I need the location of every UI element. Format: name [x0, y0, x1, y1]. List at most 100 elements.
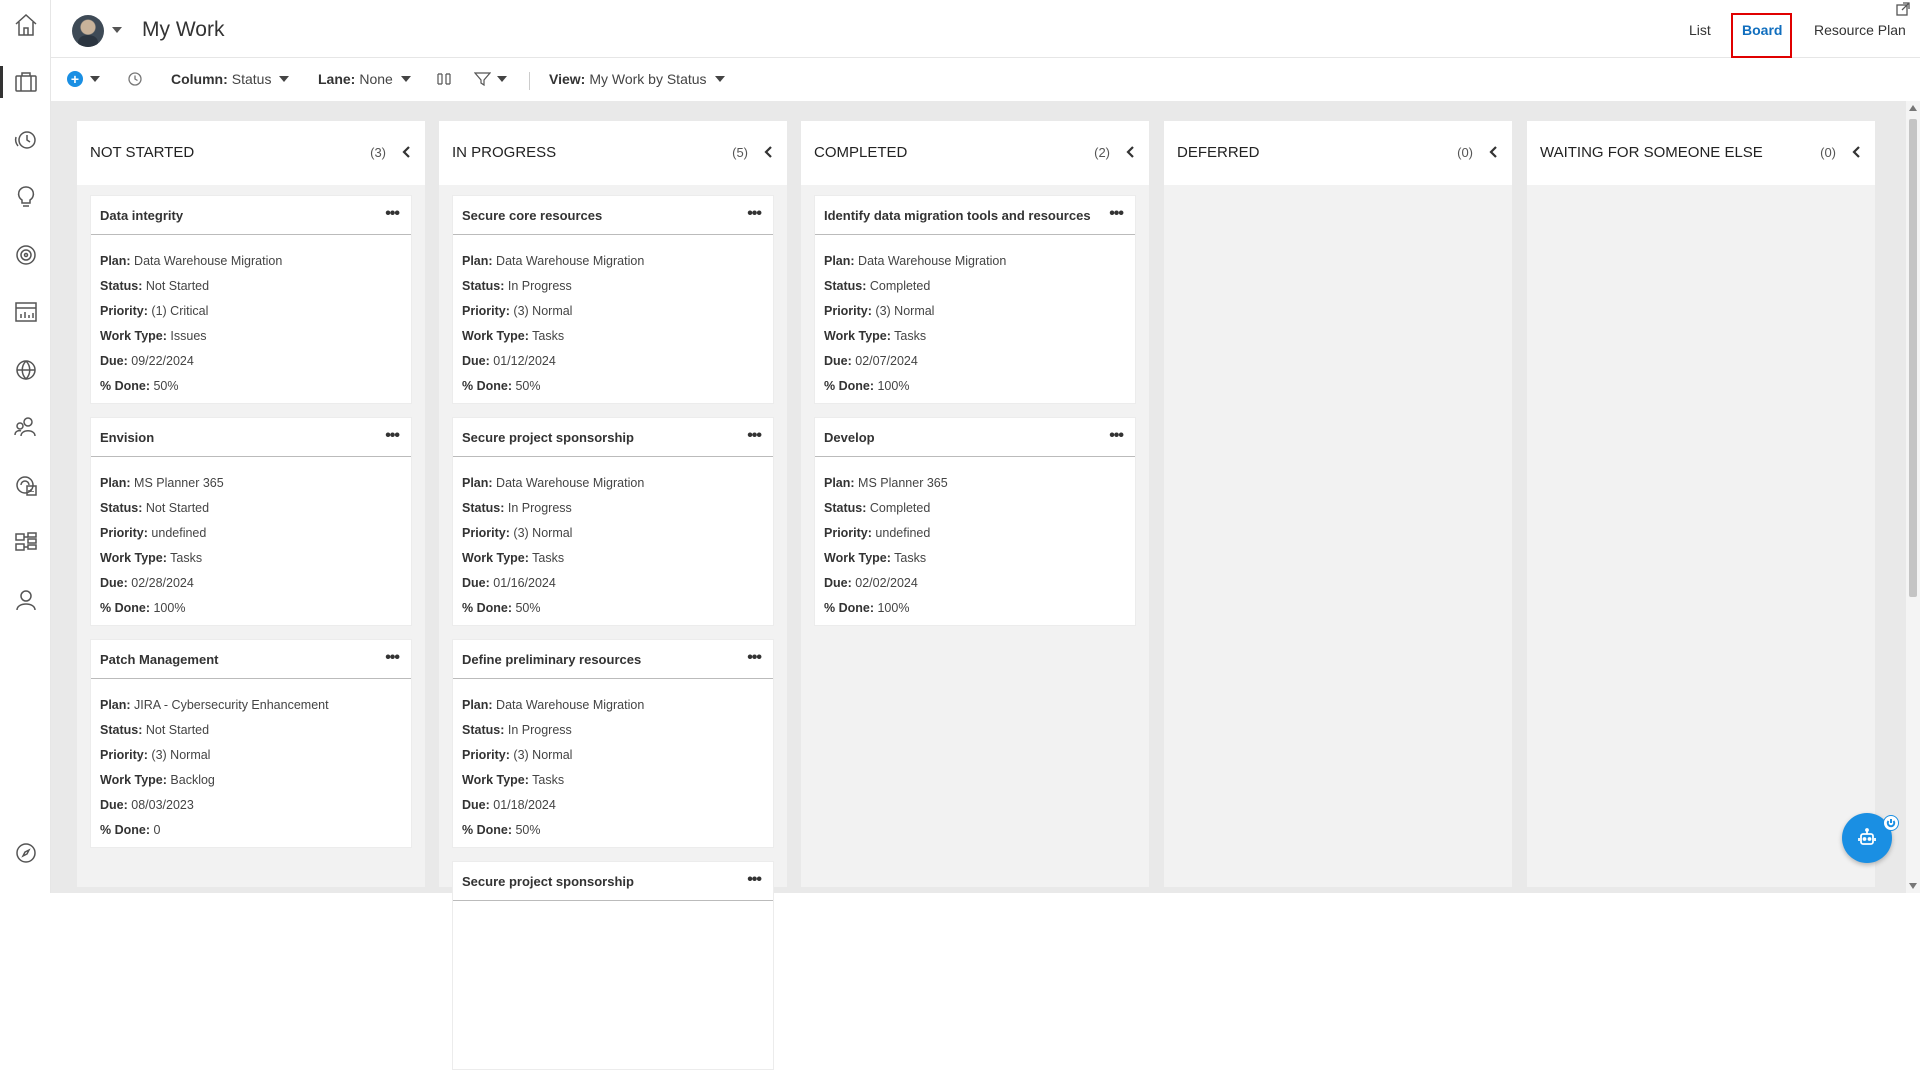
field-value: 50% — [515, 379, 540, 393]
card-field-status: Status: In Progress — [462, 496, 764, 521]
card-title[interactable]: Define preliminary resources — [462, 652, 641, 667]
collapse-column-button[interactable] — [1849, 143, 1865, 161]
field-value: In Progress — [508, 279, 572, 293]
vertical-scrollbar[interactable] — [1906, 101, 1920, 893]
card-title[interactable]: Data integrity — [100, 208, 183, 223]
scroll-thumb[interactable] — [1909, 119, 1917, 597]
card-field-due: Due: 01/16/2024 — [462, 571, 764, 596]
card-header: Define preliminary resources ••• — [453, 640, 773, 679]
more-options-icon[interactable]: ••• — [747, 649, 761, 667]
goals-nav-item[interactable] — [0, 235, 51, 275]
collapse-column-button[interactable] — [399, 143, 415, 161]
chevron-down-icon — [715, 76, 725, 82]
home-nav-item[interactable] — [0, 5, 51, 45]
field-label: Status: — [462, 723, 504, 737]
my-work-nav-item[interactable] — [0, 62, 51, 102]
collapse-column-button[interactable] — [1123, 143, 1139, 161]
card-title[interactable]: Secure core resources — [462, 208, 602, 223]
field-value: 50% — [153, 379, 178, 393]
card-field-due: Due: 09/22/2024 — [100, 349, 402, 374]
people-nav-item[interactable] — [0, 407, 51, 447]
card-field-status: Status: Not Started — [100, 274, 402, 299]
card-field-plan: Plan: Data Warehouse Migration — [462, 249, 764, 274]
tab-list[interactable]: List — [1689, 22, 1711, 38]
chevron-down-icon — [401, 76, 411, 82]
collapse-column-button[interactable] — [1486, 143, 1502, 161]
more-options-icon[interactable]: ••• — [385, 649, 399, 667]
card-title[interactable]: Develop — [824, 430, 875, 445]
more-options-icon[interactable]: ••• — [1109, 427, 1123, 445]
task-card[interactable]: Develop•••Plan: MS Planner 365Status: Co… — [814, 417, 1136, 626]
card-title[interactable]: Secure project sponsorship — [462, 874, 634, 889]
more-options-icon[interactable]: ••• — [385, 427, 399, 445]
task-card[interactable]: Patch Management•••Plan: JIRA - Cybersec… — [90, 639, 412, 848]
task-card[interactable]: Envision ••• Plan: MS Planner 365Status: N… — [90, 417, 412, 626]
resources-nav-item[interactable] — [0, 465, 51, 505]
card-field-status: Status: Completed — [824, 274, 1126, 299]
card-field-plan: Plan: Data Warehouse Migration — [462, 471, 764, 496]
view-dropdown[interactable]: View:My Work by Status — [549, 71, 725, 87]
profile-nav-item[interactable] — [0, 580, 51, 620]
portfolio-globe-nav-item[interactable] — [0, 350, 51, 390]
field-value: 50% — [515, 823, 540, 837]
history-button[interactable] — [127, 71, 143, 87]
task-card[interactable]: Identify data migration tools and resour… — [814, 195, 1136, 404]
ideas-nav-item[interactable] — [0, 177, 51, 217]
task-card[interactable]: Data integrity•••Plan: Data Warehouse Mi… — [90, 195, 412, 404]
card-title[interactable]: Identify data migration tools and resour… — [824, 208, 1091, 223]
card-title[interactable]: Patch Management — [100, 652, 218, 667]
card-body: Plan: MS Planner 365Status: Not StartedP… — [91, 457, 411, 621]
compass-nav-item[interactable] — [0, 833, 51, 873]
card-title[interactable]: Envision — [100, 430, 154, 445]
programs-nav-item[interactable] — [0, 522, 51, 562]
more-options-icon[interactable]: ••• — [747, 205, 761, 223]
filter-button[interactable] — [474, 71, 507, 87]
more-options-icon[interactable]: ••• — [385, 205, 399, 223]
card-field-work-type: Work Type: Issues — [100, 324, 402, 349]
power-badge[interactable] — [1883, 815, 1899, 831]
globe-icon — [13, 357, 39, 383]
clock-icon — [127, 71, 143, 87]
field-label: Plan: — [100, 254, 131, 268]
field-value: Data Warehouse Migration — [496, 254, 644, 268]
card-title[interactable]: Secure project sponsorship — [462, 430, 634, 445]
scroll-up-arrow-icon[interactable] — [1909, 105, 1917, 111]
field-value: Tasks — [894, 551, 926, 565]
task-card[interactable]: Secure core resources ••• Plan: Data Wareh… — [452, 195, 774, 404]
card-field-done: % Done: 50% — [100, 374, 402, 399]
view-value: My Work by Status — [589, 71, 706, 87]
task-card[interactable]: Secure project sponsorship ••• — [452, 861, 774, 1070]
card-header: Patch Management ••• — [91, 640, 411, 679]
scroll-down-arrow-icon[interactable] — [1909, 883, 1917, 889]
resources-icon — [13, 472, 39, 498]
target-icon — [13, 242, 39, 268]
chevron-down-icon — [497, 76, 507, 82]
card-body: Plan: Data Warehouse MigrationStatus: In… — [453, 235, 773, 399]
card-field-work-type: Work Type: Tasks — [824, 324, 1126, 349]
reports-nav-item[interactable] — [0, 292, 51, 332]
field-value: 01/12/2024 — [493, 354, 556, 368]
more-options-icon[interactable]: ••• — [1109, 205, 1123, 223]
chevron-left-icon — [1849, 143, 1865, 161]
field-value: 01/16/2024 — [493, 576, 556, 590]
avatar[interactable] — [72, 15, 104, 47]
field-value: MS Planner 365 — [858, 476, 948, 490]
collapse-column-button[interactable] — [761, 143, 777, 161]
card-list: Secure core resources ••• Plan: Data Wareh… — [452, 195, 774, 1083]
columns-toggle-button[interactable] — [436, 71, 452, 87]
lane-dropdown[interactable]: Lane:None — [318, 71, 411, 87]
expand-button[interactable] — [1896, 2, 1910, 16]
timesheet-nav-item[interactable] — [0, 120, 51, 160]
tab-resource-plan[interactable]: Resource Plan — [1814, 22, 1906, 38]
more-options-icon[interactable]: ••• — [747, 427, 761, 445]
column-dropdown[interactable]: Column:Status — [171, 71, 289, 87]
task-card[interactable]: Define preliminary resources•••Plan: Dat… — [452, 639, 774, 848]
field-label: Work Type: — [462, 773, 529, 787]
more-options-icon[interactable]: ••• — [747, 871, 761, 889]
field-label: % Done: — [100, 379, 150, 393]
card-field-priority: Priority: (3) Normal — [100, 743, 402, 768]
task-card[interactable]: Secure project sponsorship ••• Plan: Data … — [452, 417, 774, 626]
add-button[interactable]: + — [67, 71, 100, 87]
field-value: 02/07/2024 — [855, 354, 918, 368]
chevron-down-icon[interactable] — [112, 27, 122, 33]
